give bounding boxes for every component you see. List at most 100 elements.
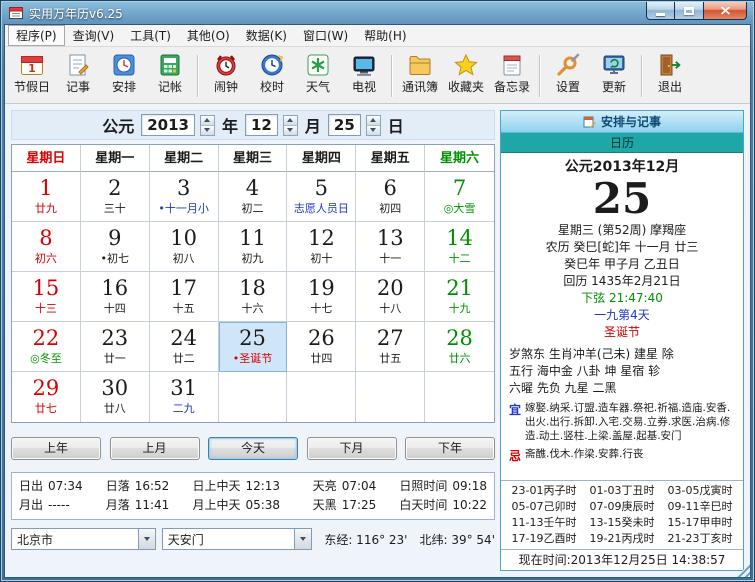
menu-tools[interactable]: 工具(T) bbox=[122, 25, 179, 46]
calendar-cell-9[interactable]: 9 •初七 bbox=[80, 222, 150, 272]
settings-tool[interactable]: 设置 bbox=[545, 49, 591, 103]
calendar-cell-empty bbox=[356, 372, 426, 422]
alarm-tool[interactable]: 闹钟 bbox=[203, 49, 249, 103]
update-tool[interactable]: 更新 bbox=[591, 49, 637, 103]
window-title: 实用万年历v6.25 bbox=[29, 6, 123, 21]
prev-year-button[interactable]: 上年 bbox=[11, 437, 101, 460]
day-spin-up[interactable] bbox=[366, 115, 380, 125]
calendar-cell-11[interactable]: 11 初九 bbox=[218, 222, 288, 272]
day-number: 12 bbox=[307, 226, 335, 250]
menu-other[interactable]: 其他(O) bbox=[179, 25, 238, 46]
calendar-cell-28[interactable]: 28 廿六 bbox=[425, 322, 494, 372]
close-button[interactable] bbox=[703, 2, 747, 20]
city-select[interactable]: 北京市 bbox=[11, 528, 156, 550]
memo-tool[interactable]: 备忘录 bbox=[489, 49, 535, 103]
title-bar[interactable]: 实用万年历v6.25 bbox=[4, 2, 751, 24]
calendar-cell-8[interactable]: 8 初六 bbox=[12, 222, 81, 272]
year-spin-up[interactable] bbox=[200, 115, 214, 125]
day-number: 14 bbox=[446, 226, 473, 250]
place-select-arrow[interactable] bbox=[294, 529, 312, 549]
next-year-button[interactable]: 下年 bbox=[405, 437, 495, 460]
calendar-cell-13[interactable]: 13 十一 bbox=[356, 222, 426, 272]
calendar-cell-31[interactable]: 31 二九 bbox=[150, 372, 219, 422]
calendar-cell-21[interactable]: 21 十九 bbox=[425, 272, 494, 322]
sun-moon-label: 日落 bbox=[105, 479, 130, 493]
calendar-cell-19[interactable]: 19 十七 bbox=[287, 272, 357, 322]
tab-calendar[interactable]: 日历 bbox=[501, 133, 743, 153]
exit-icon bbox=[657, 52, 683, 78]
time-sync-tool[interactable]: 校时 bbox=[249, 49, 295, 103]
notes-tool[interactable]: 记事 bbox=[55, 49, 101, 103]
city-select-arrow[interactable] bbox=[137, 529, 155, 549]
calendar-cell-1[interactable]: 1 廿九 bbox=[12, 172, 81, 222]
calendar-cell-18[interactable]: 18 十六 bbox=[218, 272, 288, 322]
tool-label: 电视 bbox=[351, 80, 376, 94]
menu-query[interactable]: 查询(V) bbox=[65, 25, 123, 46]
day-input[interactable]: 25 bbox=[327, 114, 361, 136]
calendar-cell-12[interactable]: 12 初十 bbox=[287, 222, 357, 272]
day-number: 16 bbox=[101, 276, 129, 300]
hour-cell: 15-17甲申时 bbox=[667, 516, 733, 529]
weather-tool[interactable]: 天气 bbox=[295, 49, 341, 103]
place-select[interactable]: 天安门 bbox=[161, 528, 313, 550]
today-button[interactable]: 今天 bbox=[208, 437, 298, 460]
year-input[interactable]: 2013 bbox=[141, 114, 195, 136]
calendar-cell-20[interactable]: 20 十八 bbox=[356, 272, 426, 322]
calendar-cell-2[interactable]: 2 三十 bbox=[80, 172, 150, 222]
weekday-header: 星期一 bbox=[80, 145, 150, 172]
calendar-cell-3[interactable]: 3 •十一月小 bbox=[149, 172, 219, 222]
sun-moon-label: 月落 bbox=[105, 498, 130, 512]
calendar-cell-22[interactable]: 22 ◎冬至 bbox=[12, 322, 81, 372]
accounting-tool[interactable]: 记帐 bbox=[147, 49, 193, 103]
day-number: 21 bbox=[446, 276, 473, 300]
calendar-cell-25[interactable]: 25 •圣诞节 bbox=[218, 322, 288, 372]
maximize-button[interactable] bbox=[675, 2, 703, 20]
minimize-icon bbox=[656, 12, 665, 16]
calendar-cell-30[interactable]: 30 廿八 bbox=[81, 372, 150, 422]
calendar-cell-4[interactable]: 4 初二 bbox=[218, 172, 288, 222]
detail-hijri-line: 回历 1435年2月21日 bbox=[563, 274, 681, 288]
calendar-cell-16[interactable]: 16 十四 bbox=[80, 272, 150, 322]
calendar-cell-24[interactable]: 24 廿二 bbox=[149, 322, 219, 372]
weather-icon bbox=[305, 52, 331, 78]
day-note: 初九 bbox=[241, 252, 264, 265]
calendar-cell-10[interactable]: 10 初八 bbox=[149, 222, 219, 272]
calendar-cell-5[interactable]: 5 志愿人员日 bbox=[287, 172, 357, 222]
menu-window[interactable]: 窗口(W) bbox=[295, 25, 356, 46]
menu-data[interactable]: 数据(K) bbox=[238, 25, 295, 46]
hour-cell: 01-03丁丑时 bbox=[589, 484, 655, 497]
day-spin-down[interactable] bbox=[366, 124, 380, 135]
favorites-tool[interactable]: 收藏夹 bbox=[443, 49, 489, 103]
month-spin-down[interactable] bbox=[283, 124, 297, 135]
calendar-cell-26[interactable]: 26 廿四 bbox=[287, 322, 357, 372]
calendar-cell-7[interactable]: 7 ◎大雪 bbox=[425, 172, 494, 222]
calendar-cell-27[interactable]: 27 廿五 bbox=[356, 322, 426, 372]
sun-moon-value: 12:13 bbox=[245, 479, 281, 493]
month-input[interactable]: 12 bbox=[245, 114, 278, 136]
month-spin-up[interactable] bbox=[283, 115, 297, 125]
calendar-nav: 上年 上月 今天 下月 下年 bbox=[11, 437, 495, 460]
calendar-cell-14[interactable]: 14 十二 bbox=[425, 222, 494, 272]
menu-help[interactable]: 帮助(H) bbox=[356, 25, 414, 46]
calendar-cell-6[interactable]: 6 初四 bbox=[356, 172, 426, 222]
hour-cell: 03-05戊寅时 bbox=[667, 484, 733, 497]
side-panel: 安排与记事 日历 公元2013年12月 25 星期三 (第52周) 摩羯座 农历… bbox=[500, 110, 744, 571]
sun-moon-item: 天亮 07:04 bbox=[313, 477, 400, 496]
calendar-cell-23[interactable]: 23 廿一 bbox=[80, 322, 150, 372]
year-spin-down[interactable] bbox=[200, 124, 214, 135]
contacts-tool[interactable]: 通讯簿 bbox=[397, 49, 443, 103]
next-month-button[interactable]: 下月 bbox=[306, 437, 397, 460]
calendar: 星期日 星期一 星期二 星期三 星期四 星期五 星期六 1 廿九 2 三十 3 •十一月小 4 初二 5 志愿… bbox=[11, 144, 495, 423]
calendar-cell-17[interactable]: 17 十五 bbox=[149, 272, 219, 322]
calendar-cell-29[interactable]: 29 廿七 bbox=[12, 372, 81, 422]
schedule-tool[interactable]: 安排 bbox=[101, 49, 147, 103]
tool-label: 安排 bbox=[111, 80, 136, 94]
exit-tool[interactable]: 退出 bbox=[647, 49, 693, 103]
tv-tool[interactable]: 电视 bbox=[341, 49, 387, 103]
minimize-button[interactable] bbox=[646, 2, 675, 20]
prev-month-button[interactable]: 上月 bbox=[109, 437, 200, 460]
calendar-cell-15[interactable]: 15 十三 bbox=[12, 272, 81, 322]
holiday-tool[interactable]: 1 节假日 bbox=[9, 49, 55, 103]
day-number: 30 bbox=[101, 376, 129, 400]
menu-program[interactable]: 程序(P) bbox=[8, 25, 65, 46]
